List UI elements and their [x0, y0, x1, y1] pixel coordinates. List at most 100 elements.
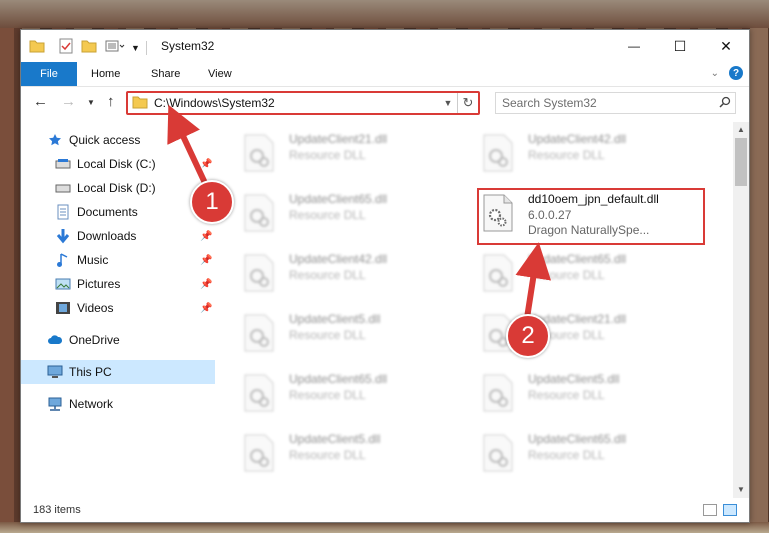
address-bar[interactable]: C:\Windows\System32 ▼ ↻ [126, 91, 480, 115]
search-box[interactable] [495, 92, 736, 114]
sidebar-item-onedrive[interactable]: OneDrive [21, 328, 215, 352]
search-input[interactable] [496, 95, 715, 111]
network-icon [47, 396, 63, 412]
status-bar: 183 items [21, 500, 749, 522]
back-icon[interactable]: ← [33, 93, 48, 110]
list-item[interactable]: UpdateClient5.dll Resource DLL [217, 426, 447, 478]
chevron-down-icon[interactable]: ▼ [131, 43, 140, 53]
dll-file-icon [482, 374, 514, 412]
sidebar-item-documents[interactable]: Documents 📌 [21, 200, 215, 224]
dll-file-icon [243, 194, 275, 232]
pin-icon[interactable]: 📌 [200, 231, 212, 242]
ribbon-tabs: File Home Share View ⌄ ? [21, 62, 749, 87]
refresh-icon[interactable]: ↻ [457, 93, 478, 113]
callout-step-1: 1 [190, 180, 234, 224]
quick-access-toolbar: ▼ [29, 38, 147, 57]
list-item[interactable]: UpdateClient5.dll Resource DLL [456, 366, 686, 418]
file-name: UpdateClient65.dll [289, 192, 388, 206]
file-list: UpdateClient21.dll Resource DLL UpdateCl… [217, 122, 733, 492]
address-path[interactable]: C:\Windows\System32 [154, 96, 439, 110]
scroll-up-icon[interactable]: ▲ [733, 122, 749, 138]
title-separator [145, 40, 147, 55]
sidebar-item-downloads[interactable]: Downloads 📌 [21, 224, 215, 248]
pictures-icon [55, 276, 71, 292]
file-description: Resource DLL [289, 328, 366, 342]
dll-file-icon [243, 254, 275, 292]
sidebar-item-label: Local Disk (D:) [77, 181, 156, 195]
file-name: UpdateClient5.dll [289, 312, 381, 326]
minimize-button[interactable]: — [611, 30, 657, 62]
sidebar-item-label: Pictures [77, 277, 121, 291]
list-item[interactable]: UpdateClient42.dll Resource DLL [217, 246, 447, 298]
list-item[interactable]: UpdateClient21.dll Resource DLL [456, 306, 686, 358]
folder-icon [29, 39, 45, 56]
pin-icon[interactable]: 📌 [200, 159, 212, 170]
chevron-down-icon[interactable]: ▼ [439, 98, 457, 108]
file-name: UpdateClient65.dll [289, 372, 388, 386]
forward-icon[interactable]: → [61, 93, 76, 110]
sidebar-item-quick-access[interactable]: Quick access [21, 128, 215, 152]
drive-icon [55, 180, 71, 196]
list-item[interactable]: UpdateClient5.dll Resource DLL [217, 306, 447, 358]
vertical-scrollbar[interactable]: ▲ ▼ [733, 122, 749, 498]
tab-view[interactable]: View [208, 62, 232, 86]
tab-home[interactable]: Home [91, 62, 120, 86]
navigation-pane: Quick access Local Disk (C:) 📌 Local Dis… [21, 122, 215, 492]
list-item[interactable]: UpdateClient21.dll Resource DLL [217, 126, 447, 178]
file-description: Resource DLL [528, 448, 605, 462]
maximize-button[interactable]: ☐ [657, 30, 703, 62]
close-button[interactable]: ✕ [703, 30, 749, 62]
search-icon[interactable] [715, 96, 735, 111]
close-icon: ✕ [720, 37, 732, 54]
file-description: Resource DLL [289, 148, 366, 162]
file-description: Resource DLL [528, 268, 605, 282]
tab-file[interactable]: File [21, 62, 77, 86]
file-description: Resource DLL [528, 388, 605, 402]
sidebar-item-local-disk-c[interactable]: Local Disk (C:) 📌 [21, 152, 215, 176]
help-icon[interactable]: ? [729, 66, 743, 80]
list-item[interactable]: UpdateClient65.dll Resource DLL [456, 246, 686, 298]
minimize-icon: — [628, 39, 640, 53]
sidebar-item-label: This PC [69, 365, 112, 379]
list-item[interactable]: UpdateClient65.dll Resource DLL [217, 366, 447, 418]
music-icon [55, 252, 71, 268]
customize-toolbar-icon[interactable] [105, 39, 125, 56]
maximize-icon: ☐ [673, 37, 687, 54]
details-view-icon[interactable] [703, 504, 717, 516]
file-name: UpdateClient21.dll [289, 132, 388, 146]
pin-icon[interactable]: 📌 [200, 255, 212, 266]
dll-file-icon [243, 374, 275, 412]
large-icons-view-icon[interactable] [723, 504, 737, 516]
star-icon [47, 132, 63, 148]
pin-icon[interactable]: 📌 [200, 279, 212, 290]
recent-locations-icon[interactable]: ▼ [87, 98, 95, 107]
pin-icon[interactable]: 📌 [200, 303, 212, 314]
sidebar-item-label: OneDrive [69, 333, 120, 347]
list-item[interactable]: UpdateClient65.dll Resource DLL [456, 426, 686, 478]
sidebar-item-pictures[interactable]: Pictures 📌 [21, 272, 215, 296]
sidebar-item-local-disk-d[interactable]: Local Disk (D:) [21, 176, 215, 200]
list-item[interactable]: UpdateClient42.dll Resource DLL [456, 126, 686, 178]
item-count: 183 items [33, 504, 81, 516]
download-icon [55, 228, 71, 244]
list-item[interactable]: UpdateClient65.dll Resource DLL [217, 186, 447, 238]
properties-icon[interactable] [59, 38, 73, 57]
sidebar-item-network[interactable]: Network [21, 392, 215, 416]
scroll-down-icon[interactable]: ▼ [733, 482, 749, 498]
window-title: System32 [161, 39, 215, 53]
sidebar-item-label: Music [77, 253, 109, 267]
computer-icon [47, 364, 63, 380]
tab-share[interactable]: Share [151, 62, 180, 86]
new-folder-icon[interactable] [81, 39, 97, 56]
up-icon[interactable]: ↑ [107, 93, 115, 110]
dll-file-icon [482, 134, 514, 172]
sidebar-item-label: Videos [77, 301, 114, 315]
scrollbar-thumb[interactable] [735, 138, 747, 186]
sidebar-item-videos[interactable]: Videos 📌 [21, 296, 215, 320]
file-description: Resource DLL [289, 208, 366, 222]
desktop-background-bottom [0, 522, 769, 533]
expand-ribbon-icon[interactable]: ⌄ [711, 68, 719, 79]
dll-file-icon [243, 134, 275, 172]
sidebar-item-music[interactable]: Music 📌 [21, 248, 215, 272]
sidebar-item-this-pc[interactable]: This PC [21, 360, 215, 384]
